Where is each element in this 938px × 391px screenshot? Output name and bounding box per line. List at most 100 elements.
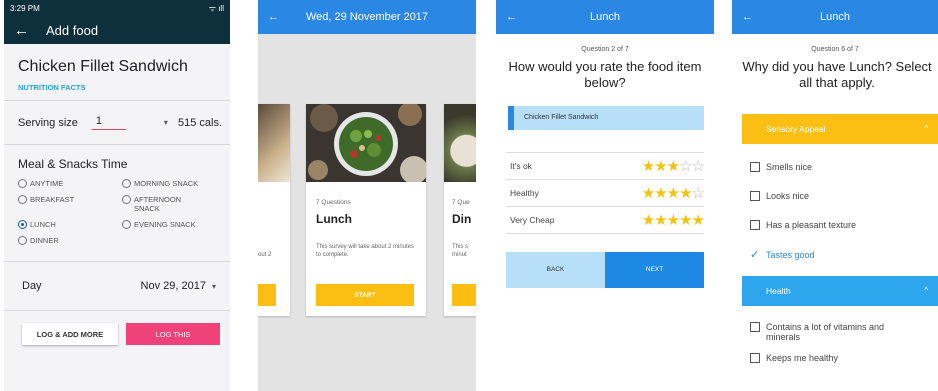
radio-label: AFTERNOON SNACK xyxy=(134,195,182,213)
radio-morning-snack[interactable]: MORNING SNACK xyxy=(122,179,226,188)
log-this-button[interactable]: LOG THIS xyxy=(126,323,220,345)
rating-row: It's ok ★★★☆☆ xyxy=(506,153,705,180)
radio-afternoon-snack[interactable]: AFTERNOON SNACK xyxy=(122,195,226,213)
star-filled-icon[interactable]: ★ xyxy=(692,212,705,229)
radio-selected-icon xyxy=(18,220,27,229)
star-filled-icon[interactable]: ★ xyxy=(654,212,667,229)
star-empty-icon[interactable]: ☆ xyxy=(692,185,705,202)
checkbox-tastes-good[interactable]: ✓ Tastes good xyxy=(750,248,938,261)
back-arrow-icon[interactable]: ← xyxy=(268,11,279,23)
radio-circle-icon xyxy=(18,195,27,204)
next-button[interactable]: NEXT xyxy=(605,251,704,288)
multi-select-question-screen: ← Lunch Question 6 of 7 Why did you have… xyxy=(732,0,938,391)
checkbox-keeps-healthy[interactable]: Keeps me healthy xyxy=(750,352,938,363)
star-filled-icon[interactable]: ★ xyxy=(679,185,692,202)
log-and-add-more-button[interactable]: LOG & ADD MORE xyxy=(22,323,118,345)
checkbox-label: Smells nice xyxy=(766,161,813,172)
star-filled-icon[interactable]: ★ xyxy=(679,212,692,229)
star-filled-icon[interactable]: ★ xyxy=(667,212,680,229)
action-buttons: LOG & ADD MORE LOG THIS xyxy=(4,311,230,345)
rating-label: Very Cheap xyxy=(510,214,555,225)
ratings-list: It's ok ★★★☆☆ Healthy ★★★★☆ Very Cheap ★… xyxy=(506,151,705,234)
app-bar: ← Lunch xyxy=(732,0,938,34)
radio-breakfast[interactable]: BREAKFAST xyxy=(18,195,122,213)
radio-label: EVENING SNACK xyxy=(134,220,196,229)
checkbox-label: Has a pleasant texture xyxy=(766,220,857,231)
check-icon: ✓ xyxy=(750,248,760,261)
card-description: This s minut xyxy=(452,244,469,258)
survey-card-lunch[interactable]: 7 Questions Lunch This survey will take … xyxy=(306,104,426,316)
section-header-sensory-appeal[interactable]: Sensory Appeal ^ xyxy=(742,113,938,144)
question-number: Question 6 of 7 xyxy=(811,46,859,53)
checkbox-looks-nice[interactable]: Looks nice xyxy=(750,190,938,201)
page-title: Lunch xyxy=(820,11,850,23)
question-text: How would you rate the food item below? xyxy=(508,59,702,91)
start-button[interactable] xyxy=(258,284,276,306)
section-title: Health xyxy=(766,285,791,296)
radio-label: DINNER xyxy=(30,236,59,245)
chevron-down-icon[interactable]: ▾ xyxy=(164,118,168,127)
chevron-up-icon: ^ xyxy=(924,286,928,296)
back-button[interactable]: BACK xyxy=(506,251,605,288)
star-rating[interactable]: ★★★★★ xyxy=(642,211,705,229)
checkbox-smells-nice[interactable]: Smells nice xyxy=(750,161,938,172)
star-filled-icon[interactable]: ★ xyxy=(642,185,655,202)
serving-size-input[interactable]: 1 xyxy=(91,115,126,130)
food-name: Chicken Fillet Sandwich xyxy=(18,58,188,75)
back-arrow-icon[interactable]: ← xyxy=(506,11,517,23)
survey-card-next[interactable]: 7 Que Din This s minut xyxy=(444,104,476,316)
star-filled-icon[interactable]: ★ xyxy=(654,185,667,202)
day-row: Day Nov 29, 2017 ▾ xyxy=(4,262,230,310)
radio-anytime[interactable]: ANYTIME xyxy=(18,179,122,188)
salad-bowl-image xyxy=(306,104,426,184)
star-rating[interactable]: ★★★★☆ xyxy=(642,184,705,202)
nutrition-facts-link[interactable]: NUTRITION FACTS xyxy=(4,76,230,92)
star-filled-icon[interactable]: ★ xyxy=(654,158,667,175)
survey-card-previous[interactable]: out 2 xyxy=(258,104,290,316)
checkbox-icon xyxy=(750,190,760,201)
checkbox-pleasant-texture[interactable]: Has a pleasant texture xyxy=(750,220,938,231)
back-arrow-icon[interactable]: ← xyxy=(742,11,753,23)
question-count: 7 Questions xyxy=(316,199,351,206)
checkbox-icon xyxy=(750,352,760,363)
back-arrow-icon[interactable]: ← xyxy=(14,22,38,39)
survey-carousel-screen: ← Wed, 29 November 2017 out 2 7 Question… xyxy=(258,0,476,391)
day-label: Day xyxy=(22,280,42,292)
serving-size-label: Serving size xyxy=(18,116,78,129)
radio-label: MORNING SNACK xyxy=(134,179,199,188)
star-filled-icon[interactable]: ★ xyxy=(642,158,655,175)
app-bar: ← Add food xyxy=(4,16,230,44)
status-time: 3:29 PM xyxy=(10,3,40,13)
start-button[interactable]: START xyxy=(316,284,414,306)
radio-lunch[interactable]: LUNCH xyxy=(18,220,122,229)
card-title: Lunch xyxy=(316,212,352,226)
section-header-health[interactable]: Health ^ xyxy=(742,275,938,306)
star-filled-icon[interactable]: ★ xyxy=(667,158,680,175)
radio-evening-snack[interactable]: EVENING SNACK xyxy=(122,220,226,229)
app-bar: ← Wed, 29 November 2017 xyxy=(258,0,476,34)
radio-circle-icon xyxy=(18,179,27,188)
start-button[interactable] xyxy=(452,284,476,306)
add-food-screen: 3:29 PM ᯤ ıll ← Add food Chicken Fillet … xyxy=(4,0,230,391)
card-description: out 2 xyxy=(258,252,272,258)
rating-row: Very Cheap ★★★★★ xyxy=(506,207,705,234)
food-item-banner: Chicken Fillet Sandwich xyxy=(508,105,704,130)
star-empty-icon[interactable]: ☆ xyxy=(679,158,692,175)
star-filled-icon[interactable]: ★ xyxy=(667,185,680,202)
navigation-buttons: BACK NEXT xyxy=(506,251,704,288)
checkbox-label: Contains a lot of vitamins and minerals xyxy=(766,321,885,343)
radio-dinner[interactable]: DINNER xyxy=(18,236,122,245)
rating-label: It's ok xyxy=(510,160,532,171)
star-filled-icon[interactable]: ★ xyxy=(642,212,655,229)
section-title: Sensory Appeal xyxy=(766,123,826,134)
meal-time-radio-group: ANYTIME MORNING SNACK BREAKFAST AFTERNOO… xyxy=(4,171,230,245)
star-empty-icon[interactable]: ☆ xyxy=(692,158,705,175)
radio-label: ANYTIME xyxy=(30,179,64,188)
chevron-down-icon[interactable]: ▾ xyxy=(212,282,216,291)
checkbox-vitamins-minerals[interactable]: Contains a lot of vitamins and minerals xyxy=(750,321,938,343)
food-photo xyxy=(444,104,476,182)
status-bar: 3:29 PM ᯤ ıll xyxy=(4,0,230,16)
star-rating[interactable]: ★★★☆☆ xyxy=(642,157,705,175)
question-count: 7 Que xyxy=(452,199,470,206)
day-select[interactable]: Nov 29, 2017 xyxy=(141,280,206,292)
